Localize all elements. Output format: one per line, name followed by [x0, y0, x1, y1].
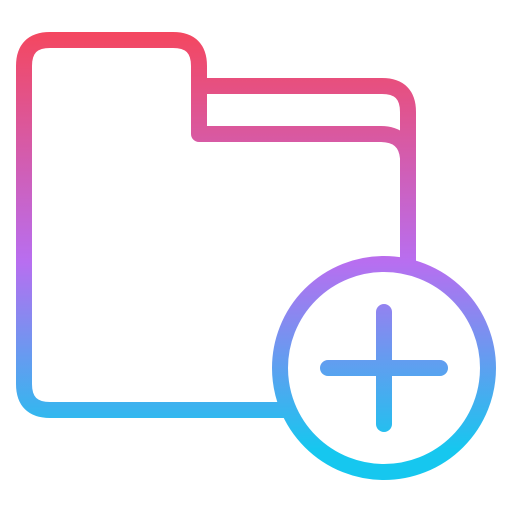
icon-canvas [0, 0, 512, 512]
add-folder-icon [16, 32, 496, 480]
folder-tab-line [191, 78, 416, 166]
